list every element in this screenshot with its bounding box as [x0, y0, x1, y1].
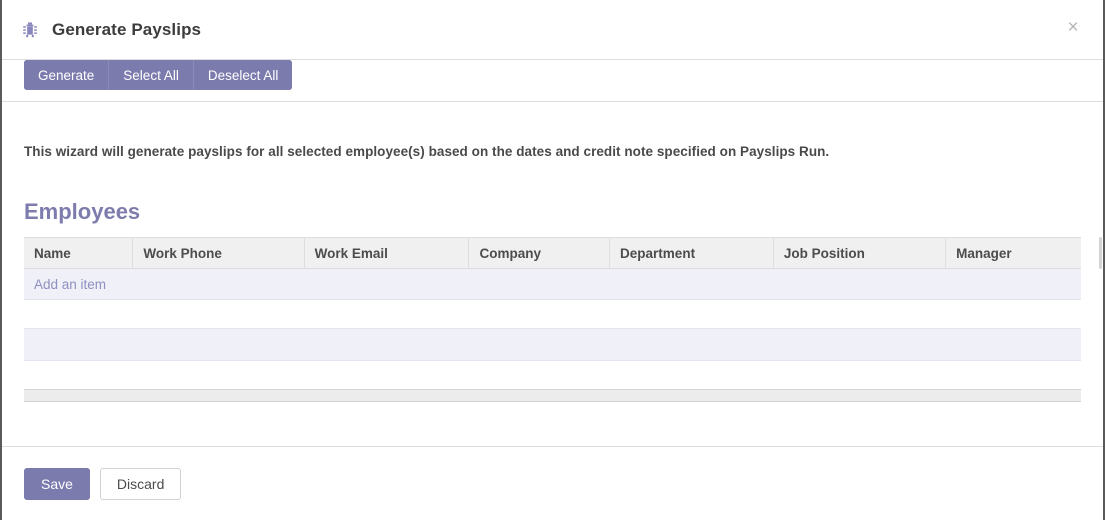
column-header-department[interactable]: Department [609, 237, 774, 269]
deselect-all-button[interactable]: Deselect All [192, 60, 293, 90]
table-header-row: Name Work Phone Work Email Company Depar… [24, 237, 1081, 269]
column-header-company[interactable]: Company [468, 237, 610, 269]
column-header-work-email[interactable]: Work Email [303, 237, 469, 269]
empty-record-band [24, 328, 1081, 361]
add-item-row[interactable]: Add an item [24, 268, 1081, 300]
discard-button[interactable]: Discard [99, 467, 182, 500]
column-header-job-position[interactable]: Job Position [772, 237, 946, 269]
close-icon[interactable]: × [1061, 16, 1085, 40]
column-header-name[interactable]: Name [24, 237, 133, 269]
dialog-body: This wizard will generate payslips for a… [2, 102, 1103, 446]
bug-icon [23, 22, 37, 37]
action-button-bar: Generate Select All Deselect All [2, 60, 1103, 102]
generate-button[interactable]: Generate [24, 60, 109, 90]
horizontal-scrollbar[interactable] [24, 389, 1081, 402]
add-item-cell[interactable]: Add an item [24, 268, 1081, 300]
dialog-header: Generate Payslips × [2, 0, 1103, 60]
dialog-footer: Save Discard [2, 446, 1103, 520]
add-an-item-link[interactable]: Add an item [34, 277, 106, 292]
select-all-button[interactable]: Select All [108, 60, 193, 90]
column-header-manager[interactable]: Manager [945, 237, 1081, 269]
wizard-description: This wizard will generate payslips for a… [24, 144, 830, 159]
dialog-title: Generate Payslips [52, 19, 202, 39]
action-button-group: Generate Select All Deselect All [24, 60, 293, 90]
employees-section-title: Employees [24, 199, 141, 224]
employees-table: Name Work Phone Work Email Company Depar… [24, 237, 1081, 300]
generate-payslips-dialog: Generate Payslips × Generate Select All … [0, 0, 1105, 520]
vertical-scrollbar-thumb[interactable] [1099, 237, 1102, 269]
save-button[interactable]: Save [24, 467, 90, 500]
column-header-work-phone[interactable]: Work Phone [132, 237, 305, 269]
